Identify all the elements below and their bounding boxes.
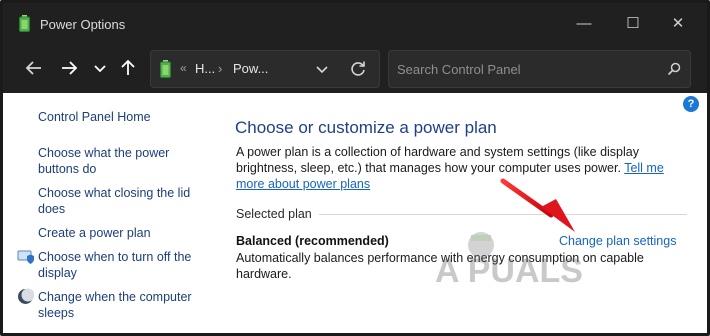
link-power-buttons[interactable]: Choose what the power buttons do — [38, 145, 183, 177]
back-button[interactable] — [23, 57, 45, 79]
search-box[interactable] — [388, 50, 691, 88]
chevron-down-icon — [94, 65, 106, 73]
maximize-button[interactable]: ☐ — [618, 12, 648, 36]
appuals-watermark: A PUALS — [435, 232, 583, 290]
close-button[interactable]: ✕ — [663, 12, 693, 36]
moon-sleep-icon — [18, 288, 34, 304]
watermark-text: A PUALS — [435, 252, 583, 290]
overflow-separator[interactable]: « — [180, 61, 187, 75]
title-bar: Power Options — ☐ ✕ — [3, 3, 707, 45]
page-title: Choose or customize a power plan — [235, 118, 497, 137]
breadcrumb-hardware[interactable]: H... — [195, 61, 215, 76]
recent-locations-button[interactable] — [89, 57, 111, 79]
page-description: A power plan is a collection of hardware… — [236, 144, 688, 192]
link-turn-off-display[interactable]: Choose when to turn off the display — [38, 249, 198, 281]
battery-icon — [19, 15, 30, 32]
breadcrumb-chevron: › — [218, 61, 223, 76]
arrow-up-icon — [121, 59, 135, 75]
link-computer-sleeps[interactable]: Change when the computer sleeps — [38, 289, 198, 321]
display-shield-icon — [17, 250, 34, 264]
arrow-left-icon — [25, 61, 41, 75]
search-input[interactable] — [397, 59, 647, 79]
up-button[interactable] — [117, 57, 139, 79]
battery-icon — [160, 60, 171, 78]
breadcrumb-power-options[interactable]: Pow... — [233, 61, 268, 76]
link-closing-lid[interactable]: Choose what closing the lid does — [38, 185, 198, 217]
description-text: A power plan is a collection of hardware… — [236, 145, 639, 175]
arrow-right-icon — [62, 61, 78, 75]
plan-name: Balanced (recommended) — [236, 234, 389, 248]
minimize-button[interactable]: — — [569, 12, 599, 36]
refresh-icon[interactable] — [348, 59, 368, 79]
window-title: Power Options — [40, 17, 126, 32]
left-pane: Control Panel Home Choose what the power… — [3, 93, 208, 333]
forward-button[interactable] — [58, 57, 80, 79]
selected-plan-label: Selected plan — [236, 207, 312, 221]
navigation-bar: « H... › Pow... — [3, 45, 707, 93]
help-button[interactable]: ? — [683, 96, 699, 112]
link-control-panel-home[interactable]: Control Panel Home — [38, 109, 198, 125]
address-bar[interactable]: « H... › Pow... — [150, 50, 380, 88]
search-icon[interactable] — [666, 61, 682, 77]
chevron-down-icon[interactable] — [314, 61, 330, 77]
link-create-power-plan[interactable]: Create a power plan — [38, 225, 198, 241]
section-divider — [319, 214, 687, 215]
power-options-window: Power Options — ☐ ✕ « H... › Pow... Sear… — [0, 0, 710, 336]
